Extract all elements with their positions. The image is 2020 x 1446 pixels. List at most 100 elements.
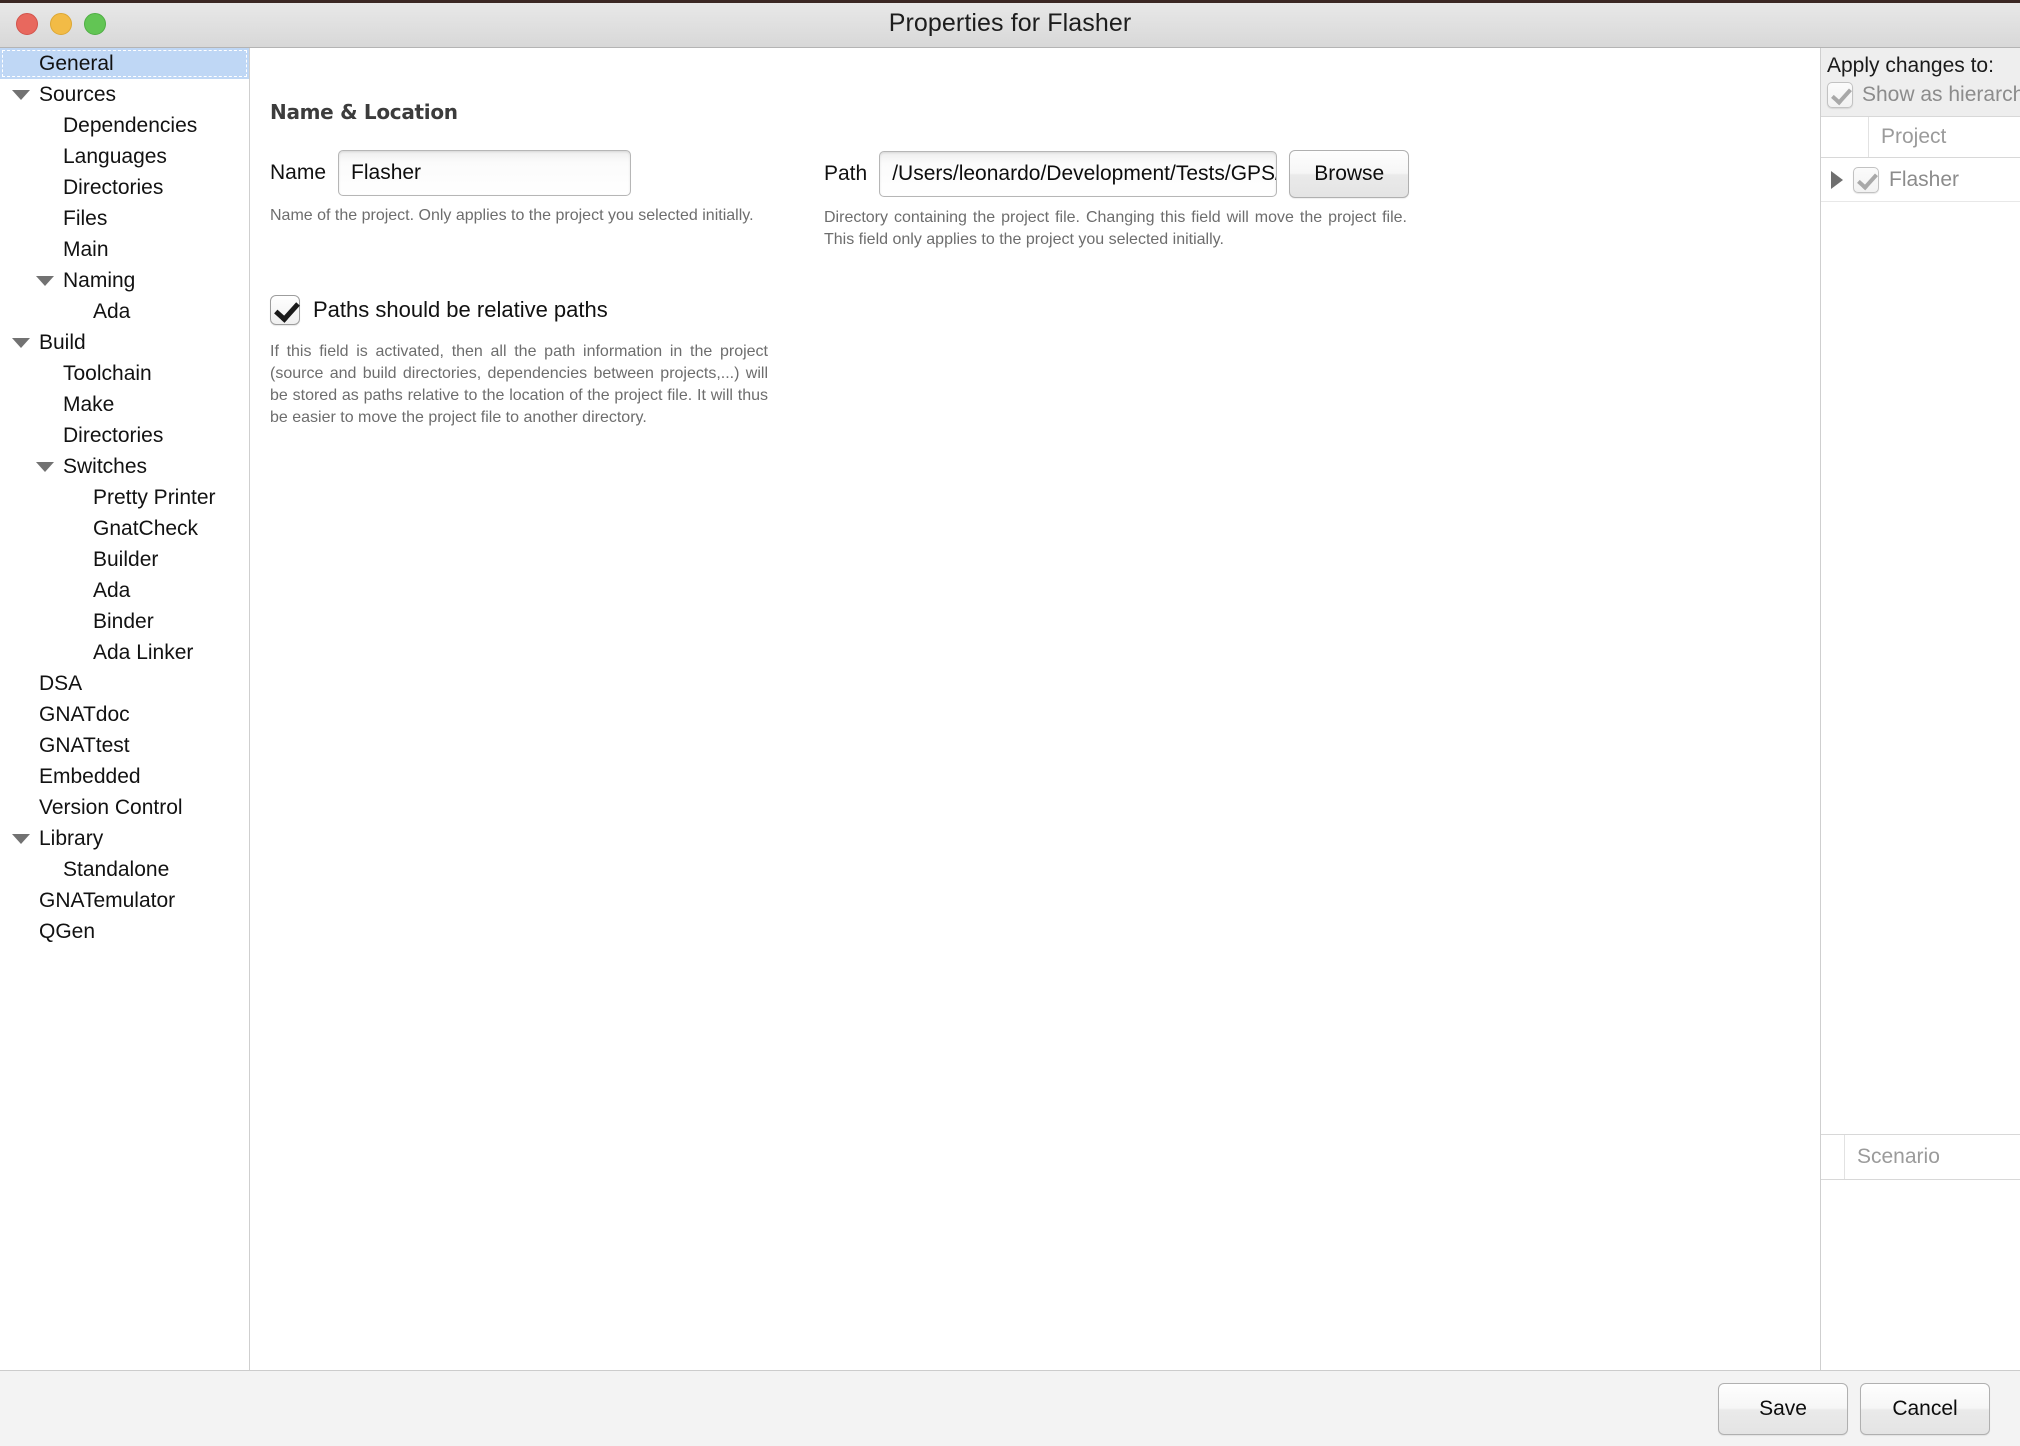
name-hint: Name of the project. Only applies to the… — [270, 207, 754, 224]
sidebar-item-version-control[interactable]: Version Control — [0, 792, 249, 823]
dialog-body: General Sources Dependencies Languages Direc… — [0, 48, 2020, 1370]
sidebar-item-label: Standalone — [63, 858, 170, 881]
sidebar-item-label: Library — [39, 827, 104, 850]
maximize-window-button[interactable] — [84, 12, 106, 35]
sidebar-item-label: Directories — [63, 424, 164, 447]
sidebar-item-embedded[interactable]: Embedded — [0, 761, 249, 792]
sidebar-item-pretty-printer[interactable]: Pretty Printer — [0, 482, 249, 513]
window-title: Properties for Flasher — [888, 9, 1132, 37]
scenario-table-body[interactable] — [1821, 1180, 2020, 1370]
cancel-button[interactable]: Cancel — [1860, 1382, 1990, 1435]
chevron-down-icon[interactable] — [36, 461, 54, 472]
sidebar-item-label: GNATdoc — [39, 703, 130, 726]
sidebar-item-label: GNATtest — [39, 734, 130, 757]
sidebar-item-files[interactable]: Files — [0, 203, 249, 234]
title-bar: Properties for Flasher — [0, 0, 2020, 48]
sidebar-item-label: Pretty Printer — [93, 486, 216, 509]
sidebar-item-label: Binder — [93, 610, 154, 633]
sidebar-item-dsa[interactable]: DSA — [0, 668, 249, 699]
relative-paths-label: Paths should be relative paths — [313, 297, 608, 323]
sidebar-item-label: Switches — [63, 455, 148, 478]
sidebar-item-label: Ada — [93, 300, 131, 323]
chevron-right-icon[interactable] — [1831, 170, 1843, 189]
sidebar-item-qgen[interactable]: QGen — [0, 916, 249, 947]
relative-paths-checkbox-row[interactable]: Paths should be relative paths — [270, 295, 1820, 326]
sidebar-item-switches[interactable]: Switches — [0, 451, 249, 482]
section-title: Name & Location — [270, 100, 458, 124]
project-column-header: Project — [1881, 125, 1947, 148]
sidebar-item-label: Naming — [63, 269, 136, 292]
dialog-footer: Save Cancel — [0, 1370, 2020, 1446]
show-as-hierarchy-checkbox[interactable] — [1827, 82, 1853, 108]
sidebar-item-ada[interactable]: Ada — [0, 296, 249, 327]
sidebar-item-label: Ada — [93, 579, 131, 602]
sidebar-item-label: Files — [63, 207, 108, 230]
save-button[interactable]: Save — [1718, 1382, 1848, 1435]
apply-changes-header: Apply changes to: Show as hierarchy — [1821, 48, 2020, 116]
sidebar-item-main[interactable]: Main — [0, 234, 249, 265]
sidebar-item-gnatemulator[interactable]: GNATemulator — [0, 885, 249, 916]
general-settings-panel: Name & Location Name Flasher Name of the… — [250, 48, 1820, 1370]
sidebar-item-label: Directories — [63, 176, 164, 199]
sidebar-item-gnattest[interactable]: GNATtest — [0, 730, 249, 761]
right-panel-spacer — [1821, 202, 2020, 1134]
sidebar-item-build[interactable]: Build — [0, 327, 249, 358]
chevron-down-icon[interactable] — [12, 337, 30, 348]
chevron-down-icon[interactable] — [12, 89, 30, 100]
sidebar-item-ada-linker[interactable]: Ada Linker — [0, 637, 249, 668]
sidebar-item-toolchain[interactable]: Toolchain — [0, 358, 249, 389]
sidebar-item-label: Main — [63, 238, 109, 261]
path-input[interactable]: /Users/leonardo/Development/Tests/GPS/Lé — [879, 151, 1278, 197]
project-row-checkbox[interactable] — [1853, 166, 1879, 193]
sidebar-item-label: Toolchain — [63, 362, 152, 385]
sidebar-item-label: QGen — [39, 920, 96, 943]
project-table-row[interactable]: Flasher — [1821, 158, 2020, 202]
name-label: Name — [270, 161, 327, 184]
sidebar-item-label: Version Control — [39, 796, 183, 819]
sidebar-item-label: Make — [63, 393, 115, 416]
sidebar-item-sources[interactable]: Sources — [0, 79, 249, 110]
path-field-row: Path /Users/leonardo/Development/Tests/G… — [824, 150, 1812, 198]
browse-button[interactable]: Browse — [1289, 150, 1410, 198]
show-as-hierarchy-row[interactable]: Show as hierarchy — [1827, 82, 2020, 108]
scenario-table-header: Scenario — [1821, 1134, 2020, 1180]
sidebar-item-directories[interactable]: Directories — [0, 172, 249, 203]
sidebar-item-label: Sources — [39, 83, 117, 106]
sidebar-item-ada[interactable]: Ada — [0, 575, 249, 606]
sidebar-item-directories[interactable]: Directories — [0, 420, 249, 451]
sidebar-item-label: Embedded — [39, 765, 141, 788]
sidebar-item-languages[interactable]: Languages — [0, 141, 249, 172]
sidebar-item-standalone[interactable]: Standalone — [0, 854, 249, 885]
path-field-group: Path /Users/leonardo/Development/Tests/G… — [810, 150, 1812, 251]
sidebar-item-binder[interactable]: Binder — [0, 606, 249, 637]
sidebar-item-library[interactable]: Library — [0, 823, 249, 854]
show-as-hierarchy-label: Show as hierarchy — [1862, 83, 2020, 106]
settings-category-tree[interactable]: General Sources Dependencies Languages Direc… — [0, 48, 250, 1370]
name-field-row: Name Flasher — [270, 150, 810, 196]
project-table-body[interactable]: Flasher — [1821, 158, 2020, 202]
sidebar-item-gnatdoc[interactable]: GNATdoc — [0, 699, 249, 730]
sidebar-item-label: Languages — [63, 145, 167, 168]
sidebar-item-label: Build — [39, 331, 86, 354]
sidebar-item-label: GNATemulator — [39, 889, 176, 912]
relative-paths-checkbox[interactable] — [270, 295, 300, 326]
sidebar-item-label: DSA — [39, 672, 83, 695]
sidebar-item-make[interactable]: Make — [0, 389, 249, 420]
sidebar-item-dependencies[interactable]: Dependencies — [0, 110, 249, 141]
close-window-button[interactable] — [16, 12, 38, 35]
scenario-column-header: Scenario — [1857, 1145, 1940, 1168]
minimize-window-button[interactable] — [50, 12, 72, 35]
sidebar-item-builder[interactable]: Builder — [0, 544, 249, 575]
sidebar-item-gnatcheck[interactable]: GnatCheck — [0, 513, 249, 544]
fields-row: Name Flasher Name of the project. Only a… — [250, 150, 1820, 251]
sidebar-item-label: General — [39, 52, 114, 75]
sidebar-item-general[interactable]: General — [0, 48, 249, 79]
sidebar-item-naming[interactable]: Naming — [0, 265, 249, 296]
project-table-header-spacer — [1821, 117, 1869, 157]
name-input[interactable]: Flasher — [338, 150, 632, 196]
chevron-down-icon[interactable] — [12, 833, 30, 844]
properties-dialog: Properties for Flasher General Sources Dep… — [0, 0, 2020, 1446]
chevron-down-icon[interactable] — [36, 275, 54, 286]
project-row-name: Flasher — [1889, 167, 1960, 191]
scenario-table-header-spacer — [1821, 1135, 1845, 1179]
